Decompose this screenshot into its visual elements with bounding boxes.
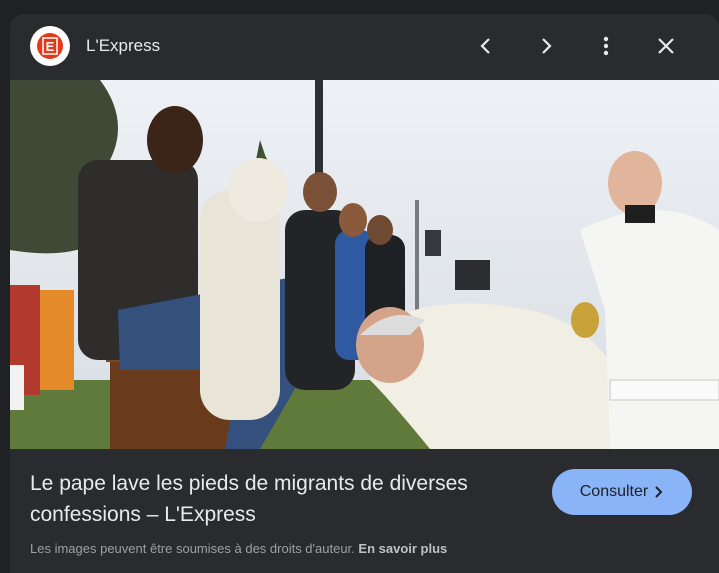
copyright-text: Les images peuvent être soumises à des d…: [30, 541, 355, 556]
learn-more-link[interactable]: En savoir plus: [358, 541, 447, 556]
image-title[interactable]: Le pape lave les pieds de migrants de di…: [30, 468, 530, 530]
close-button[interactable]: [650, 30, 682, 62]
previous-button[interactable]: [470, 30, 502, 62]
preview-header: E L'Express: [10, 14, 719, 80]
consult-button[interactable]: Consulter: [552, 469, 692, 515]
next-button[interactable]: [530, 30, 562, 62]
chevron-right-icon: [655, 486, 663, 498]
copyright-notice: Les images peuvent être soumises à des d…: [30, 541, 447, 556]
source-name[interactable]: L'Express: [86, 36, 160, 56]
source-logo[interactable]: E: [30, 26, 70, 66]
more-vert-icon: [603, 36, 609, 56]
close-icon: [658, 38, 674, 54]
image-preview-panel: E L'Express Le pape lave les pieds de mi…: [10, 14, 719, 573]
lexpress-logo-icon: E: [37, 33, 63, 59]
photo-illustration: [10, 80, 719, 449]
consult-button-label: Consulter: [579, 483, 649, 500]
svg-text:E: E: [46, 39, 55, 54]
preview-image[interactable]: [10, 80, 719, 449]
chevron-left-icon: [480, 38, 490, 54]
more-options-button[interactable]: [590, 30, 622, 62]
chevron-right-icon: [542, 38, 552, 54]
